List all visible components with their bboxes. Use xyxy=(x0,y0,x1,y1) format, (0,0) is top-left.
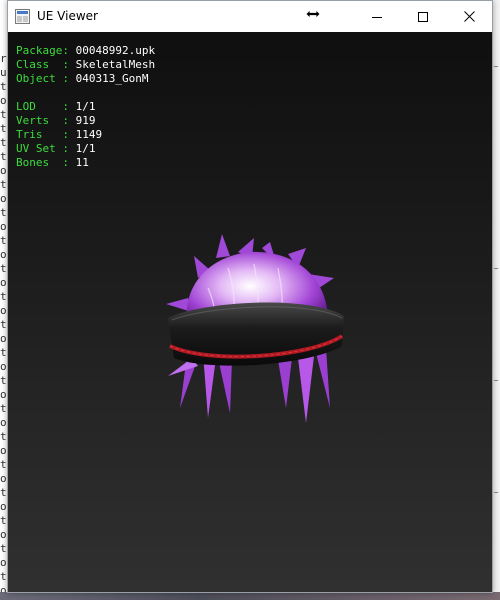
ue-viewer-window: UE Viewer Package: 00048992.upk Class : … xyxy=(7,0,493,593)
background-tick xyxy=(494,66,498,67)
background-tick xyxy=(494,268,498,269)
3d-viewport[interactable]: Package: 00048992.upk Class : SkeletalMe… xyxy=(8,32,492,592)
info-tris: Tris : 1149 xyxy=(16,128,103,141)
info-object: Object : 040313_GonM xyxy=(16,72,149,85)
background-tick xyxy=(494,492,498,493)
info-bones: Bones : 11 xyxy=(16,156,89,169)
close-icon xyxy=(463,7,475,26)
background-desktop-bottom xyxy=(0,592,500,600)
resize-cursor-icon xyxy=(305,5,321,19)
maximize-icon xyxy=(418,7,428,26)
info-uvset: UV Set : 1/1 xyxy=(16,142,96,155)
minimize-icon xyxy=(372,7,382,26)
info-class: Class : SkeletalMesh xyxy=(16,58,156,71)
info-verts: Verts : 919 xyxy=(16,114,96,127)
background-tick xyxy=(494,380,498,381)
hair-with-headband-mesh[interactable] xyxy=(158,208,348,428)
info-lod: LOD : 1/1 xyxy=(16,100,96,113)
info-package: Package: 00048992.upk xyxy=(16,44,156,57)
mesh-info-panel: Package: 00048992.upk Class : SkeletalMe… xyxy=(16,44,155,170)
minimize-button[interactable] xyxy=(354,1,400,32)
window-title: UE Viewer xyxy=(37,9,98,23)
close-button[interactable] xyxy=(446,1,492,32)
maximize-button[interactable] xyxy=(400,1,446,32)
ue-viewer-app-icon[interactable] xyxy=(15,9,30,24)
title-bar[interactable]: UE Viewer xyxy=(8,1,492,32)
